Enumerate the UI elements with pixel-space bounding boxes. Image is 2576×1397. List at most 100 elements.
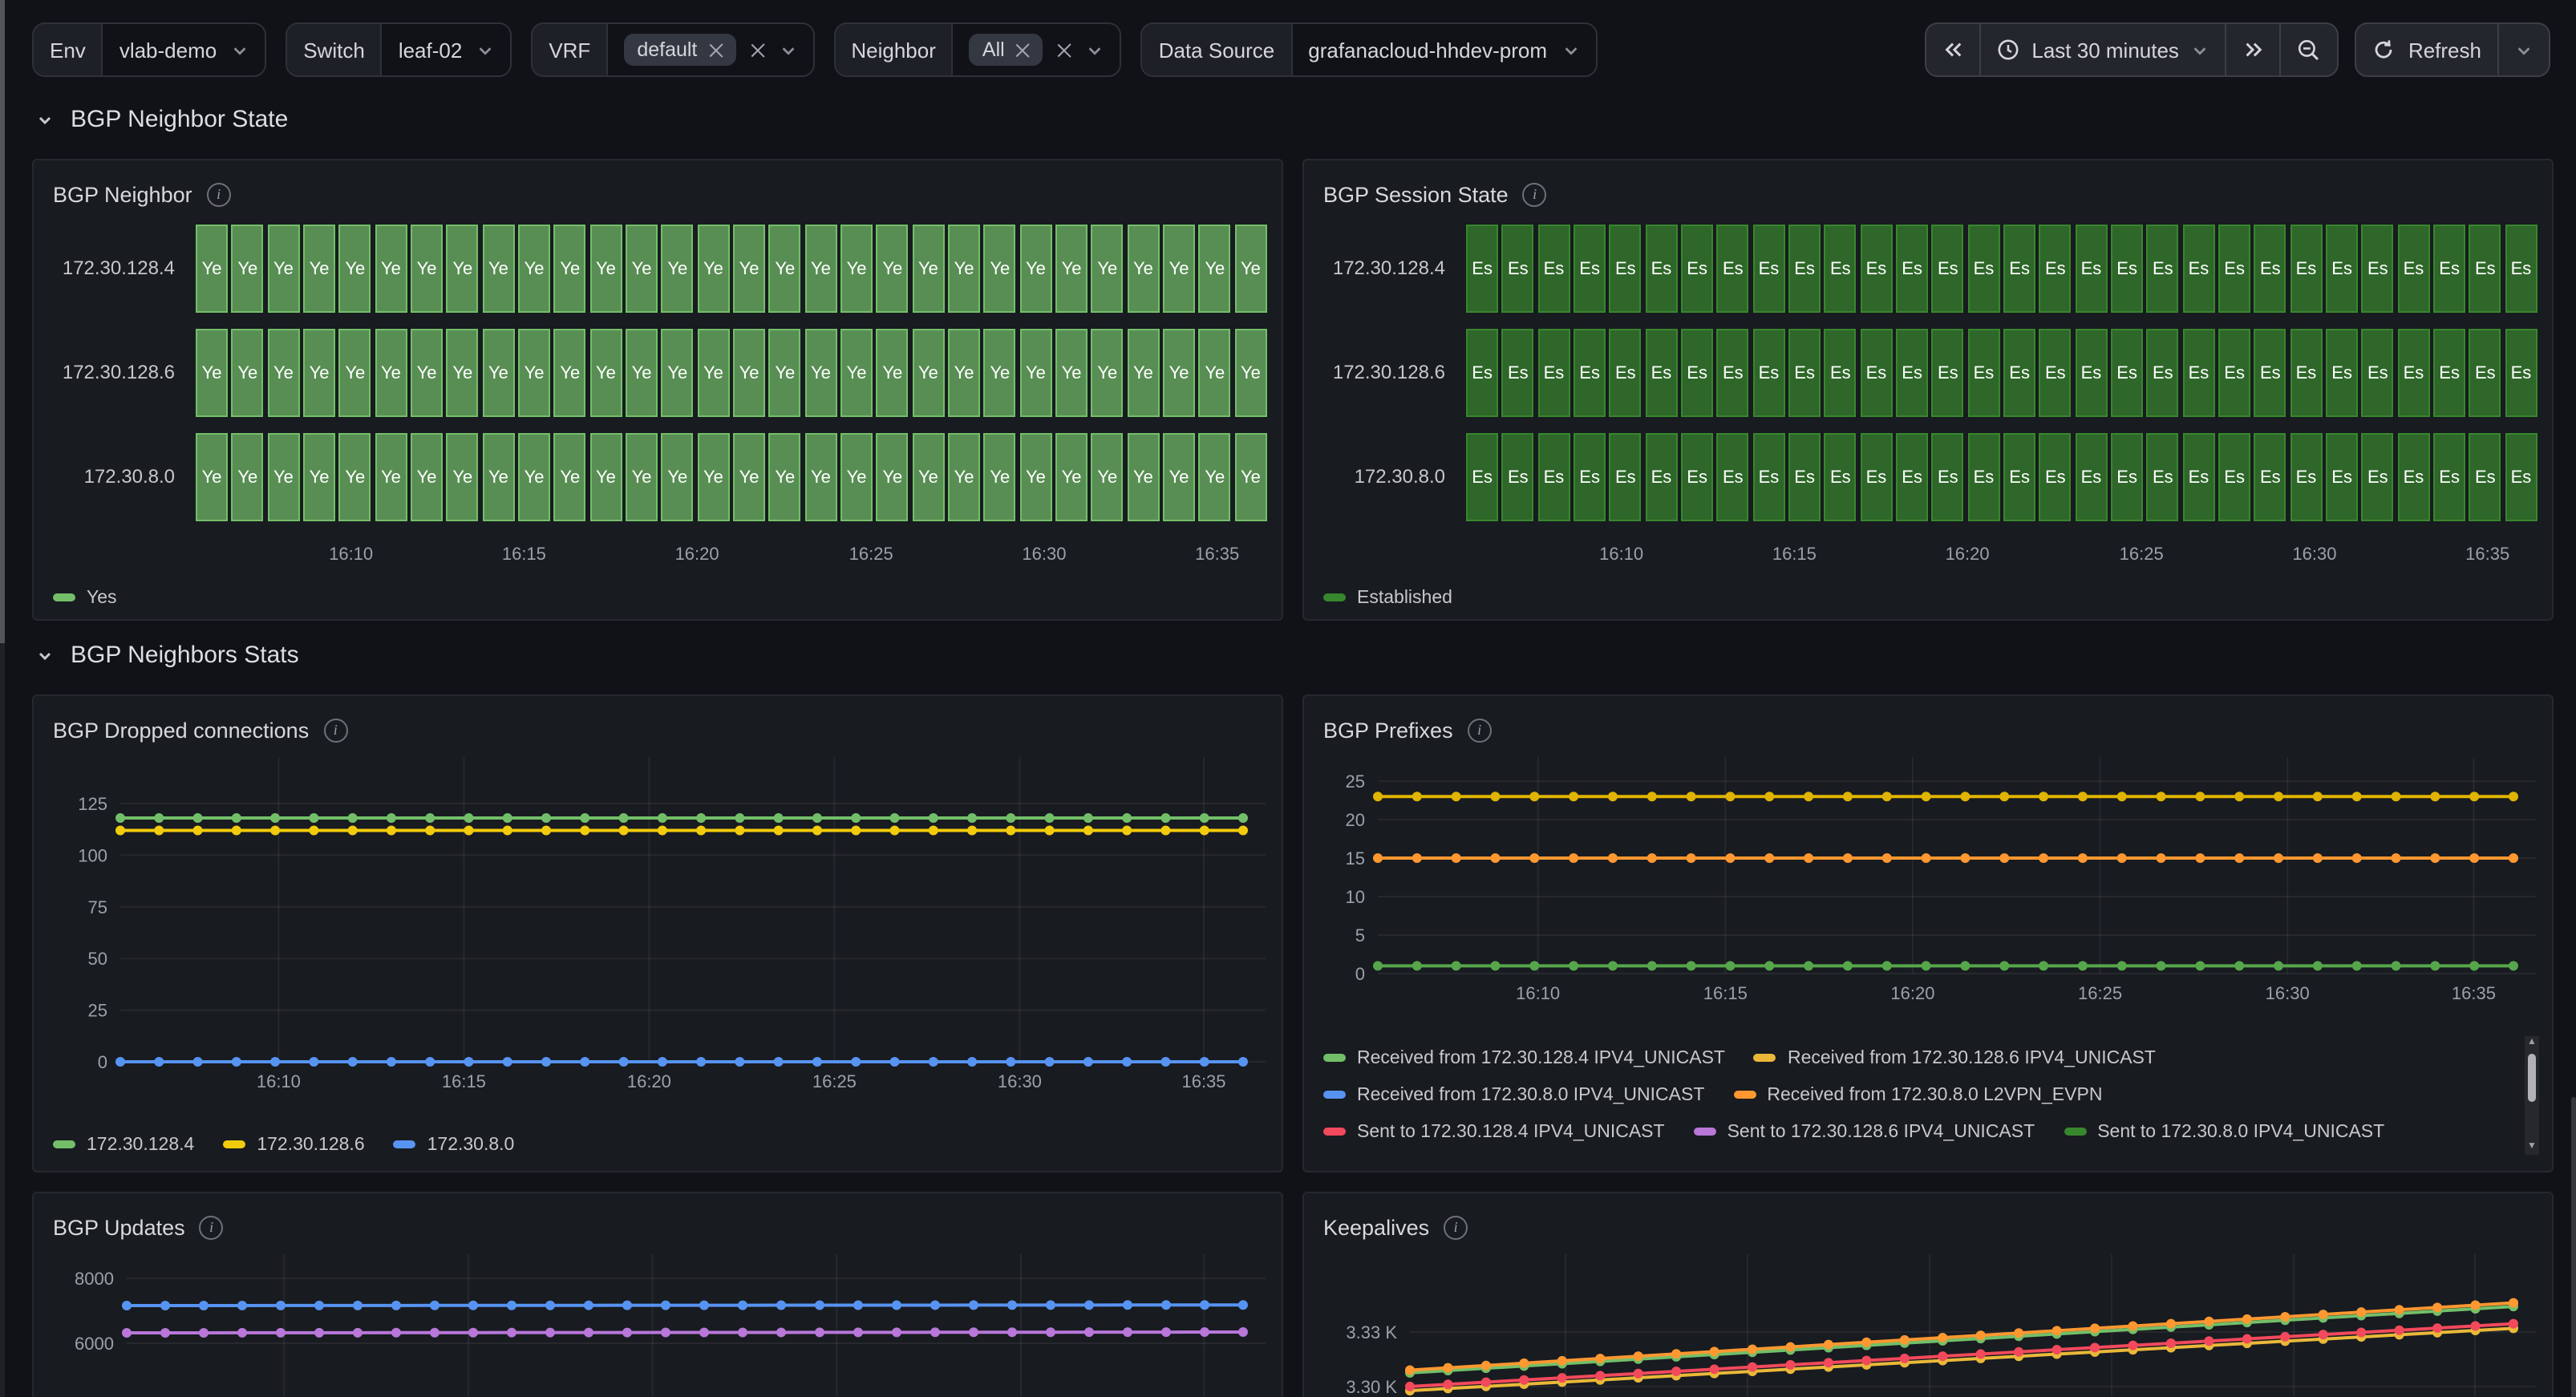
state-cell-label: Es [1830,363,1851,383]
legend-item[interactable]: Yes [53,588,117,607]
variable-neighbor[interactable]: Neighbor All [833,22,1121,77]
state-cell: Es [2254,433,2286,521]
legend-item[interactable]: Received from 172.30.8.0 IPV4_UNICAST [1323,1085,1704,1104]
legend-item[interactable]: 172.30.128.6 [223,1135,364,1154]
panel-title[interactable]: BGP Prefixes [1323,718,1453,742]
state-cell: Ye [589,225,622,313]
panel-header: BGP Neighbor [47,173,1269,215]
legend-item[interactable]: 172.30.8.0 [394,1135,515,1154]
variable-env[interactable]: Env vlab-demo [32,22,266,77]
left-scrollbar-thumb[interactable] [0,0,5,642]
info-icon[interactable] [1468,718,1492,742]
info-icon[interactable] [207,182,231,206]
scrollbar-thumb[interactable] [2528,1054,2536,1102]
state-cell-label: Es [1687,259,1707,278]
state-cell-label: Ye [202,259,222,278]
section-bgp-neighbors-stats[interactable]: BGP Neighbors Stats [35,642,299,669]
remove-tag-icon[interactable] [708,43,723,57]
variable-switch-value[interactable]: leaf-02 [383,24,511,75]
legend-item[interactable]: Received from 172.30.8.0 L2VPN_EVPN [1733,1085,2102,1104]
scrollbar-track[interactable] [2525,1051,2539,1140]
legend-item[interactable]: 172.30.128.4 [53,1135,194,1154]
time-shift-back-button[interactable] [1926,24,1980,75]
refresh-interval-dropdown[interactable] [2499,24,2549,75]
variable-neighbor-value[interactable]: All [954,24,1120,75]
time-range-picker[interactable]: Last 30 minutes [1980,24,2227,75]
variable-env-value[interactable]: vlab-demo [103,24,265,75]
legend-scrollbar[interactable]: ▲ ▼ [2525,1036,2539,1155]
info-icon[interactable] [1523,182,1547,206]
time-axis-label: 16:15 [1772,545,1817,565]
legend-item[interactable]: Sent to 172.30.128.6 IPV4_UNICAST [1694,1122,2035,1141]
state-cell-label: Es [1723,363,1744,383]
state-cell: Ye [769,329,801,417]
chart-canvas: 025507510012516:1016:1516:2016:2516:3016… [47,751,1269,1120]
info-icon[interactable] [1444,1215,1468,1239]
state-cell: Ye [196,433,228,521]
legend-item[interactable]: Sent to 172.30.128.4 IPV4_UNICAST [1323,1122,1665,1141]
left-scrollbar[interactable] [0,0,5,1397]
state-cell: Es [2147,433,2179,521]
state-cell: Es [2075,433,2107,521]
state-cell: Ye [840,225,873,313]
state-cell-label: Es [1830,468,1851,487]
state-cell: Ye [697,329,729,417]
state-cell: Es [2003,329,2035,417]
time-axis-label: 16:35 [2452,983,2496,1003]
vrf-tag-default[interactable]: default [624,34,735,66]
state-cell: Ye [1019,433,1051,521]
scroll-up-icon[interactable]: ▲ [2527,1036,2537,1051]
vrf-tag-label: default [637,38,697,61]
state-cell: Es [2469,433,2501,521]
time-shift-forward-button[interactable] [2227,24,2282,75]
legend-item[interactable]: Established [1323,588,1452,607]
info-icon[interactable] [323,718,347,742]
state-cell-label: Es [2045,363,2066,383]
legend-label: Sent to 172.30.128.4 IPV4_UNICAST [1357,1122,1665,1141]
panel-keepalives: Keepalives 3.30 K3.33 K16:1016:1516:2016… [1302,1192,2554,1397]
y-axis-label: 25 [1346,771,1365,792]
state-cell: Es [2254,329,2286,417]
time-range-label: Last 30 minutes [2031,38,2179,62]
state-cell-label: Es [1579,363,1600,383]
clear-selection-icon[interactable] [1058,43,1072,57]
legend-item[interactable]: Sent to 172.30.8.0 IPV4_UNICAST [2064,1122,2384,1141]
info-icon[interactable] [200,1215,224,1239]
state-cell: Es [2111,433,2143,521]
panel-title[interactable]: BGP Dropped connections [53,718,309,742]
page-scrollbar-thumb[interactable] [2571,1097,2576,1397]
state-cell: Ye [554,433,586,521]
clear-selection-icon[interactable] [750,43,764,57]
state-cell-label: Ye [739,468,759,487]
state-cell-label: Ye [703,468,723,487]
y-axis-label: 0 [98,1052,107,1072]
variable-vrf-value[interactable]: default [608,24,812,75]
section-bgp-neighbor-state[interactable]: BGP Neighbor State [35,106,288,133]
panel-title[interactable]: BGP Updates [53,1215,185,1239]
state-cell: Ye [1055,433,1088,521]
neighbor-tag-all[interactable]: All [970,34,1043,66]
scroll-down-icon[interactable]: ▼ [2527,1140,2537,1155]
zoom-out-button[interactable] [2282,24,2338,75]
state-cell: Es [2326,225,2358,313]
refresh-button[interactable]: Refresh [2357,24,2499,75]
state-cell-label: Ye [488,259,508,278]
state-cell-label: Ye [237,468,257,487]
remove-tag-icon[interactable] [1016,43,1031,57]
legend-item[interactable]: Received from 172.30.128.4 IPV4_UNICAST [1323,1048,1725,1067]
state-cell: Ye [1234,329,1266,417]
state-cell: Es [1788,329,1821,417]
panel-title[interactable]: BGP Session State [1323,182,1509,206]
state-cell: Ye [1234,225,1266,313]
panel-title[interactable]: Keepalives [1323,1215,1429,1239]
panel-title[interactable]: BGP Neighbor [53,182,192,206]
y-axis-label: 50 [88,949,107,969]
variable-datasource-value[interactable]: grafanacloud-hhdev-prom [1292,24,1595,75]
legend-item[interactable]: Received from 172.30.128.6 IPV4_UNICAST [1754,1048,2156,1067]
variable-datasource[interactable]: Data Source grafanacloud-hhdev-prom [1141,22,1597,77]
variable-vrf[interactable]: VRF default [531,22,814,77]
state-cell-label: Es [2475,259,2496,278]
variable-switch[interactable]: Switch leaf-02 [286,22,512,77]
state-cell-label: Es [2331,259,2352,278]
legend-series-color [394,1141,416,1148]
